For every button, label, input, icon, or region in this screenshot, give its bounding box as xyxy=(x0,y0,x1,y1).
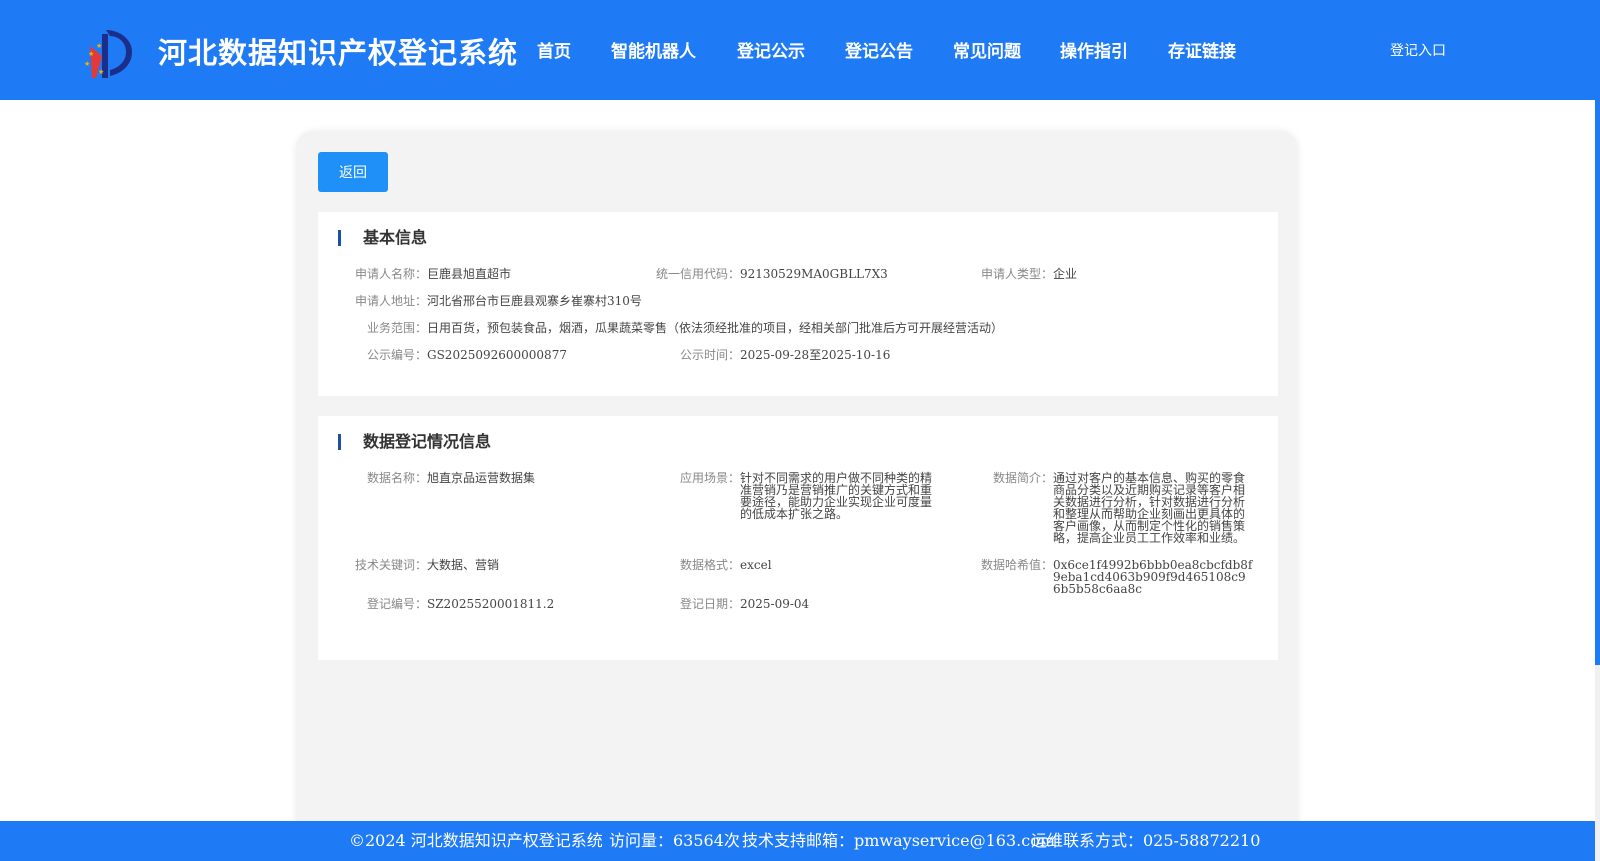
reg-no-label: 登记编号： xyxy=(366,597,427,611)
applicant-name-value: 巨鹿县旭直超市 xyxy=(427,267,512,281)
keywords-label: 技术关键词： xyxy=(354,558,427,572)
scope-value: 日用百货，预包装食品，烟酒，瓜果蔬菜零售（依法须经批准的项目，经相关部门批准后方… xyxy=(427,321,1004,335)
footer-email: 技术支持邮箱：pmwayservice@163.com xyxy=(742,831,1055,850)
svg-text:★: ★ xyxy=(98,68,104,76)
credit-code-label: 统一信用代码： xyxy=(655,267,740,281)
keywords-value: 大数据、营销 xyxy=(427,558,500,572)
scope-label: 业务范围： xyxy=(366,321,427,335)
scenario-label: 应用场景： xyxy=(679,471,740,485)
notice-time-value: 2025-09-28至2025-10-16 xyxy=(740,348,891,362)
basic-info-title: 基本信息 xyxy=(338,230,427,246)
nav-publicity[interactable]: 登记公示 xyxy=(737,37,805,62)
svg-text:★: ★ xyxy=(84,60,90,68)
login-entry-link[interactable]: 登记入口 xyxy=(1390,40,1446,60)
address-value: 河北省邢台市巨鹿县观寨乡崔寨村310号 xyxy=(427,294,642,308)
nav-robot[interactable]: 智能机器人 xyxy=(611,37,696,62)
format-label: 数据格式： xyxy=(679,558,740,572)
nav-guide[interactable]: 操作指引 xyxy=(1060,37,1128,62)
reg-no-value: SZ2025520001811.2 xyxy=(427,597,555,611)
intro-value: 通过对客户的基本信息、购买的零食商品分类以及近期购买记录等客户相关数据进行分析，… xyxy=(1053,471,1246,545)
applicant-type-label: 申请人类型： xyxy=(980,267,1053,281)
hash-label: 数据哈希值： xyxy=(980,558,1053,572)
basic-info-card: 基本信息 申请人名称： 巨鹿县旭直超市 统一信用代码： 92130529MA0G… xyxy=(318,212,1278,396)
data-registration-card: 数据登记情况信息 数据名称： 旭直京品运营数据集 应用场景： 针对不同需求的用户… xyxy=(318,416,1278,660)
logo-icon: ★ ★ ★ ★ xyxy=(84,30,132,78)
data-registration-title: 数据登记情况信息 xyxy=(338,434,491,450)
nav-home[interactable]: 首页 xyxy=(537,37,571,62)
scrollbar-thumb[interactable] xyxy=(1595,0,1600,665)
data-name-value: 旭直京品运营数据集 xyxy=(427,471,536,485)
svg-text:★: ★ xyxy=(96,42,102,50)
address-label: 申请人地址： xyxy=(354,294,427,308)
hash-value: 0x6ce1f4992b6bbb0ea8cbcfdb8f9eba1cd4063b… xyxy=(1053,558,1253,596)
credit-code-value: 92130529MA0GBLL7X3 xyxy=(740,267,888,281)
nav-evidence[interactable]: 存证链接 xyxy=(1168,37,1236,62)
back-button[interactable]: 返回 xyxy=(318,152,388,192)
applicant-name-label: 申请人名称： xyxy=(354,267,427,281)
top-header: ★ ★ ★ ★ 河北数据知识产权登记系统 首页 智能机器人 登记公示 登记公告 … xyxy=(0,0,1595,100)
footer-phone: 运维联系方式：025-58872210 xyxy=(1031,831,1261,850)
footer: ©2024 河北数据知识产权登记系统 访问量：63564次 技术支持邮箱：pmw… xyxy=(0,821,1595,861)
scrollbar[interactable] xyxy=(1595,0,1600,861)
reg-date-label: 登记日期： xyxy=(679,597,740,611)
applicant-type-value: 企业 xyxy=(1053,267,1078,281)
data-name-label: 数据名称： xyxy=(366,471,427,485)
footer-copyright: ©2024 河北数据知识产权登记系统 xyxy=(349,831,603,850)
nav-announcement[interactable]: 登记公告 xyxy=(845,37,913,62)
intro-label: 数据简介： xyxy=(992,471,1053,485)
site-title: 河北数据知识产权登记系统 xyxy=(158,36,519,70)
notice-time-label: 公示时间： xyxy=(679,348,740,362)
reg-date-value: 2025-09-04 xyxy=(740,597,810,611)
format-value: excel xyxy=(740,558,772,572)
svg-text:★: ★ xyxy=(88,50,94,58)
scenario-value: 针对不同需求的用户做不同种类的精准营销乃是营销推广的关键方式和重要途径，能助力企… xyxy=(740,471,933,521)
notice-no-value: GS2025092600000877 xyxy=(427,348,567,362)
nav-faq[interactable]: 常见问题 xyxy=(953,37,1021,62)
footer-visits: 访问量：63564次 xyxy=(609,831,740,850)
notice-no-label: 公示编号： xyxy=(366,348,427,362)
